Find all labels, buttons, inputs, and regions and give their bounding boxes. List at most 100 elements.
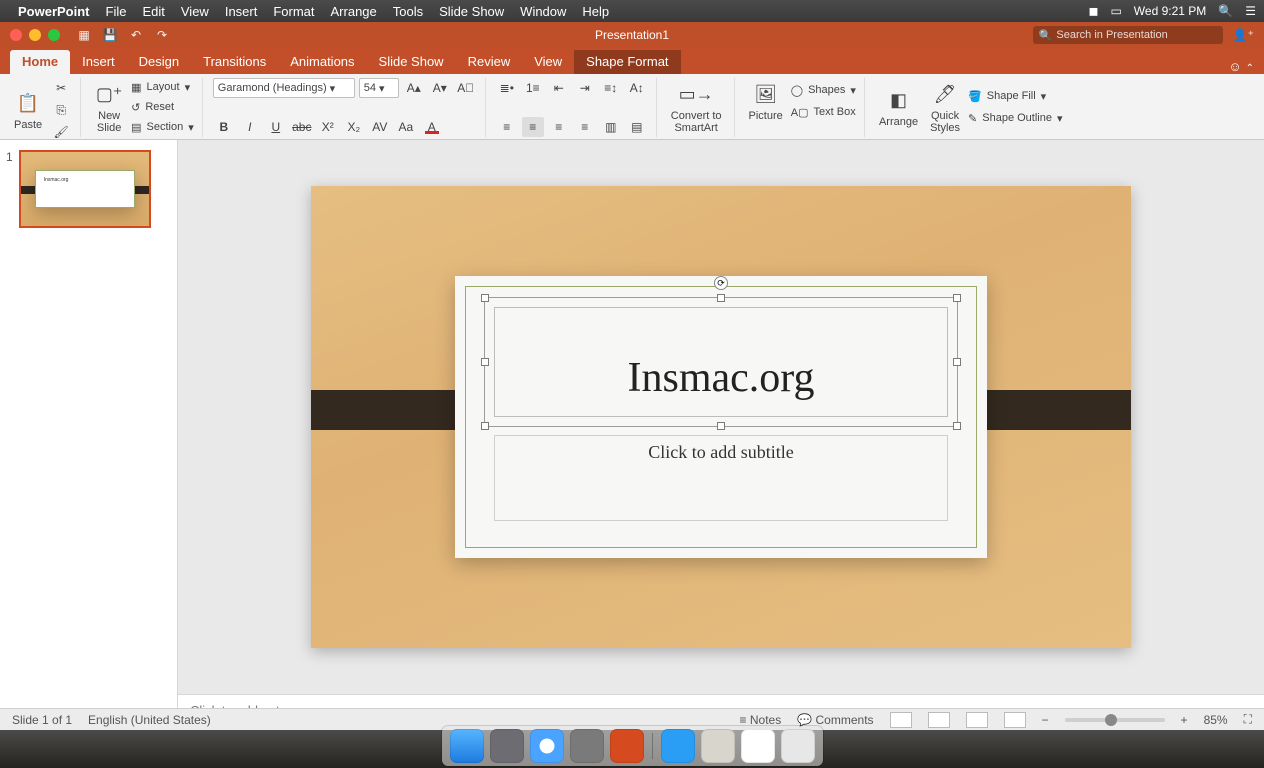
tab-slideshow[interactable]: Slide Show: [367, 50, 456, 74]
menu-slideshow[interactable]: Slide Show: [439, 4, 504, 19]
decrease-font-button[interactable]: A▾: [429, 78, 451, 98]
menu-edit[interactable]: Edit: [142, 4, 164, 19]
slideshow-view-button[interactable]: [1004, 712, 1026, 728]
zoom-window-button[interactable]: [48, 29, 60, 41]
resize-handle-se[interactable]: [953, 422, 961, 430]
menu-insert[interactable]: Insert: [225, 4, 258, 19]
zoom-thumb[interactable]: [1105, 714, 1117, 726]
spotlight-icon[interactable]: 🔍: [1218, 4, 1233, 18]
char-spacing-button[interactable]: AV: [369, 117, 391, 137]
slide[interactable]: ⟳ Insmac.org: [311, 186, 1131, 648]
dock-powerpoint[interactable]: [610, 729, 644, 763]
fit-to-window-button[interactable]: ⛶: [1244, 712, 1252, 727]
subscript-button[interactable]: X₂: [343, 117, 365, 137]
bold-button[interactable]: B: [213, 117, 235, 137]
resize-handle-nw[interactable]: [481, 294, 489, 302]
italic-button[interactable]: I: [239, 117, 261, 137]
dock-safari[interactable]: [530, 729, 564, 763]
shapes-button[interactable]: ◯ Shapes ▾: [791, 81, 856, 99]
line-spacing-button[interactable]: ≡↕: [600, 78, 622, 98]
qat-undo-icon[interactable]: ↶: [126, 26, 146, 44]
quick-styles-button[interactable]: 🖊 Quick Styles: [926, 78, 964, 136]
language-status[interactable]: English (United States): [88, 713, 211, 727]
menu-file[interactable]: File: [106, 4, 127, 19]
shape-fill-button[interactable]: 🪣 Shape Fill ▾: [968, 87, 1062, 105]
dock-settings[interactable]: [570, 729, 604, 763]
menu-window[interactable]: Window: [520, 4, 566, 19]
font-color-button[interactable]: A: [421, 117, 443, 137]
paste-button[interactable]: 📋 Paste: [10, 87, 46, 133]
align-text-button[interactable]: ▤: [626, 117, 648, 137]
resize-handle-ne[interactable]: [953, 294, 961, 302]
section-button[interactable]: ▤ Section ▾: [131, 118, 194, 136]
dock-disk[interactable]: [701, 729, 735, 763]
tab-design[interactable]: Design: [127, 50, 191, 74]
clock[interactable]: Wed 9:21 PM: [1134, 4, 1206, 18]
close-window-button[interactable]: [10, 29, 22, 41]
status-icon[interactable]: ◼: [1088, 4, 1098, 18]
align-right-button[interactable]: ≡: [548, 117, 570, 137]
reset-button[interactable]: ↺ Reset: [131, 98, 194, 116]
tab-insert[interactable]: Insert: [70, 50, 127, 74]
layout-button[interactable]: ▦ Layout ▾: [131, 78, 194, 96]
change-case-button[interactable]: Aa: [395, 117, 417, 137]
textbox-button[interactable]: A▢ Text Box: [791, 103, 856, 121]
align-center-button[interactable]: ≡: [522, 117, 544, 137]
tab-transitions[interactable]: Transitions: [191, 50, 278, 74]
notes-toggle[interactable]: ≡ Notes: [740, 713, 782, 727]
sorter-view-button[interactable]: [928, 712, 950, 728]
display-icon[interactable]: ▭: [1110, 4, 1121, 18]
cut-button[interactable]: ✂: [50, 78, 72, 98]
resize-handle-sw[interactable]: [481, 422, 489, 430]
strike-button[interactable]: abc: [291, 117, 313, 137]
justify-button[interactable]: ≡: [574, 117, 596, 137]
dock-finder[interactable]: [450, 729, 484, 763]
search-field[interactable]: 🔍 Search in Presentation: [1033, 26, 1223, 44]
slide-thumbnail[interactable]: Insmac.org: [19, 150, 151, 228]
bullets-button[interactable]: ≣•: [496, 78, 518, 98]
menu-help[interactable]: Help: [582, 4, 609, 19]
title-text[interactable]: Insmac.org: [495, 308, 947, 402]
tab-shape-format[interactable]: Shape Format: [574, 50, 680, 74]
tab-animations[interactable]: Animations: [278, 50, 366, 74]
align-left-button[interactable]: ≡: [496, 117, 518, 137]
minimize-window-button[interactable]: [29, 29, 41, 41]
account-smiley-icon[interactable]: ☺: [1228, 59, 1241, 74]
numbering-button[interactable]: 1≡: [522, 78, 544, 98]
copy-button[interactable]: ⎘: [50, 100, 72, 120]
title-placeholder[interactable]: Insmac.org: [494, 307, 948, 417]
resize-handle-w[interactable]: [481, 358, 489, 366]
zoom-slider[interactable]: [1065, 718, 1165, 722]
qat-save-icon[interactable]: 💾: [100, 26, 120, 44]
dock-launchpad[interactable]: [490, 729, 524, 763]
font-name-select[interactable]: Garamond (Headings) ▾: [213, 78, 355, 98]
columns-button[interactable]: ▥: [600, 117, 622, 137]
menu-view[interactable]: View: [181, 4, 209, 19]
qat-redo-icon[interactable]: ↷: [152, 26, 172, 44]
zoom-percent[interactable]: 85%: [1204, 713, 1228, 727]
dock-trash[interactable]: [781, 729, 815, 763]
arrange-button[interactable]: ◧ Arrange: [875, 84, 922, 130]
resize-handle-n[interactable]: [717, 294, 725, 302]
subtitle-placeholder[interactable]: Click to add subtitle: [494, 435, 948, 521]
format-painter-button[interactable]: 🖌: [50, 122, 72, 142]
underline-button[interactable]: U: [265, 117, 287, 137]
share-icon[interactable]: 👤⁺: [1233, 28, 1254, 42]
normal-view-button[interactable]: [890, 712, 912, 728]
clear-formatting-button[interactable]: A⃠: [455, 78, 477, 98]
font-size-select[interactable]: 54 ▾: [359, 78, 399, 98]
menu-list-icon[interactable]: ☰: [1245, 4, 1256, 18]
resize-handle-e[interactable]: [953, 358, 961, 366]
picture-button[interactable]: 🖼 Picture: [745, 78, 787, 124]
zoom-in-button[interactable]: +: [1181, 713, 1188, 727]
tab-home[interactable]: Home: [10, 50, 70, 74]
dock-notes[interactable]: [741, 729, 775, 763]
rotate-handle[interactable]: ⟳: [714, 276, 728, 290]
outdent-button[interactable]: ⇤: [548, 78, 570, 98]
tab-view[interactable]: View: [522, 50, 574, 74]
new-slide-button[interactable]: ▢⁺ New Slide: [91, 78, 127, 136]
convert-smartart-button[interactable]: ▭→ Convert to SmartArt: [667, 78, 726, 136]
shape-outline-button[interactable]: ✎ Shape Outline ▾: [968, 109, 1062, 127]
zoom-out-button[interactable]: −: [1042, 713, 1049, 727]
increase-font-button[interactable]: A▴: [403, 78, 425, 98]
